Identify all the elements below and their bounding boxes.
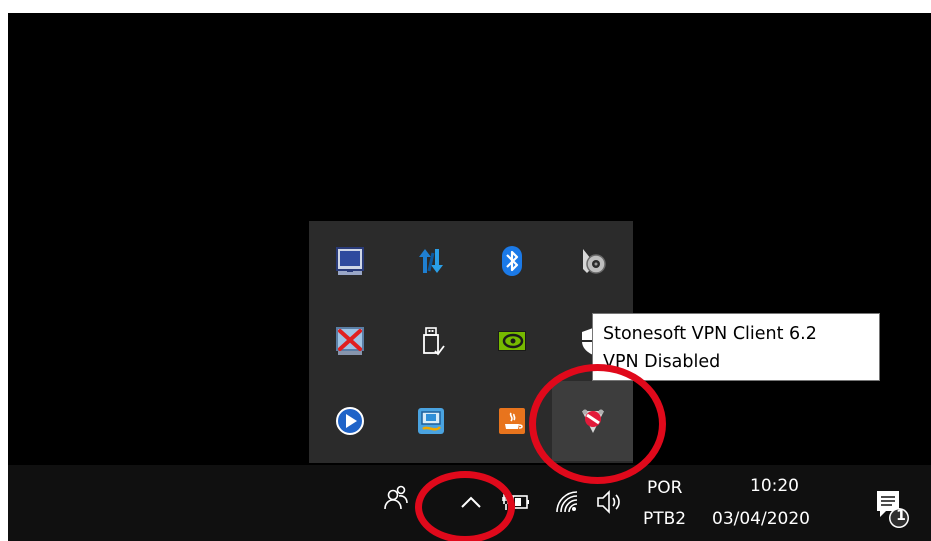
action-center-button[interactable]: 1: [870, 485, 914, 531]
wifi-icon: [556, 491, 578, 513]
tray-item-bluetooth[interactable]: [471, 221, 552, 301]
desktop-screen: Stonesoft VPN Client 6.2 VPN Disabled PO…: [8, 13, 931, 541]
tray-item-network-disconnected[interactable]: [309, 301, 390, 381]
language-label: POR: [647, 478, 683, 498]
notification-count-badge: 1: [896, 508, 906, 524]
tray-item-remote-desktop[interactable]: [390, 381, 471, 461]
display-monitor-icon: [335, 247, 364, 275]
usb-drive-icon: [422, 327, 445, 356]
network-disconnected-icon: [335, 327, 364, 355]
network-adapter-icon: [418, 249, 443, 273]
speaker-icon: [597, 490, 620, 514]
volume-button[interactable]: [592, 485, 626, 519]
bluetooth-icon: [501, 246, 522, 276]
clock-time: 10:20: [750, 476, 799, 496]
tray-item-media-player[interactable]: [309, 381, 390, 461]
clock-date: 03/04/2020: [712, 509, 810, 529]
tray-item-display[interactable]: [309, 221, 390, 301]
tray-item-speaker-app[interactable]: [552, 221, 633, 301]
battery-charging-icon: [502, 494, 529, 510]
stonesoft-vpn-icon: [581, 409, 604, 433]
speaker-app-icon: [582, 249, 606, 274]
java-icon: [498, 408, 525, 434]
vpn-tooltip: Stonesoft VPN Client 6.2 VPN Disabled: [592, 313, 880, 381]
wifi-button[interactable]: [550, 485, 584, 519]
tray-item-stonesoft-vpn[interactable]: [552, 381, 633, 461]
input-indicator[interactable]: POR PTB2: [638, 473, 696, 533]
show-hidden-icons-button[interactable]: [454, 487, 488, 517]
tray-item-nvidia[interactable]: [471, 301, 552, 381]
taskbar: POR PTB2 10:20 03/04/2020 1: [8, 465, 931, 541]
tray-item-network-adapter[interactable]: [390, 221, 471, 301]
keyboard-layout-label: PTB2: [643, 509, 687, 529]
battery-button[interactable]: [498, 485, 534, 519]
chevron-up-icon: [461, 496, 481, 508]
tray-overflow-flyout: [309, 221, 633, 463]
tray-item-java[interactable]: [471, 381, 552, 461]
people-icon: [384, 485, 408, 510]
remote-desktop-icon: [417, 408, 444, 434]
tooltip-status: VPN Disabled: [603, 352, 721, 372]
people-button[interactable]: [379, 481, 413, 515]
media-player-icon: [335, 407, 364, 435]
nvidia-icon: [497, 331, 526, 351]
tray-item-usb-drive[interactable]: [390, 301, 471, 381]
tooltip-title: Stonesoft VPN Client 6.2: [603, 324, 817, 344]
clock[interactable]: 10:20 03/04/2020: [702, 473, 852, 533]
